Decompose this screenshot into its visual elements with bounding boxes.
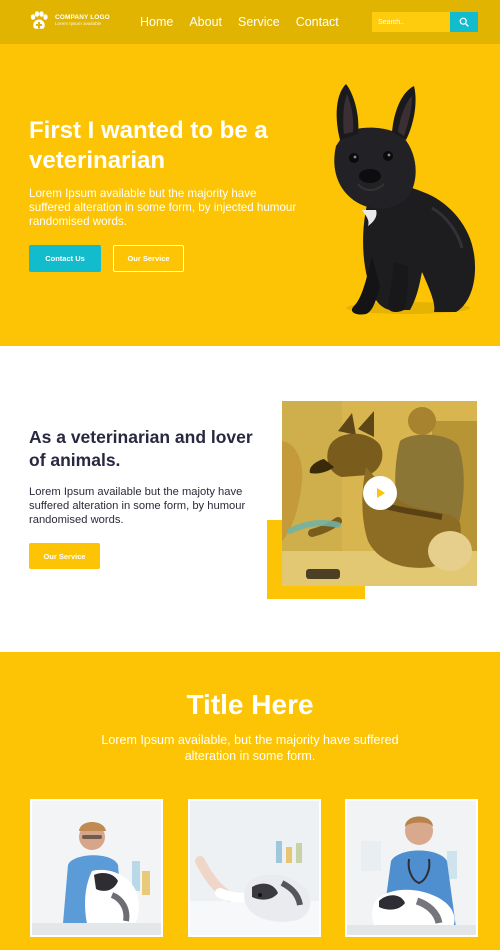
play-button[interactable]	[363, 476, 397, 510]
hero-text: Lorem Ipsum available but the majority h…	[29, 187, 297, 228]
french-bulldog-image	[334, 84, 476, 315]
about-section: As a veterinarian and lover of animals. …	[0, 346, 500, 652]
paw-icon	[28, 10, 50, 32]
video-thumbnail[interactable]	[282, 401, 477, 586]
nav-contact[interactable]: Contact	[296, 14, 339, 30]
dog-paw-care-image	[190, 801, 319, 935]
search-bar	[372, 12, 478, 32]
service-card[interactable]	[188, 799, 321, 937]
vet-stethoscope-dog-image	[347, 801, 476, 935]
service-card[interactable]	[30, 799, 163, 937]
services-subtitle: Lorem Ipsum available, but the majority …	[101, 733, 399, 763]
nav-home[interactable]: Home	[140, 14, 173, 30]
services-title: Title Here	[186, 689, 314, 720]
hero-section: First I wanted to be a veterinarian Lore…	[0, 44, 500, 346]
nav-about[interactable]: About	[189, 14, 222, 30]
services-section: Title Here Lorem Ipsum available, but th…	[0, 652, 500, 950]
hero-title: First I wanted to be a veterinarian	[29, 117, 268, 174]
about-title: As a veterinarian and lover of animals.	[29, 427, 253, 470]
vet-examining-dog-image	[32, 801, 161, 935]
our-service-button[interactable]: Our Service	[113, 245, 184, 272]
service-card[interactable]	[345, 799, 478, 937]
nav-service[interactable]: Service	[238, 14, 280, 30]
search-input[interactable]	[372, 12, 450, 32]
company-logo[interactable]: COMPANY LOGO Lorem Ipsum available	[28, 10, 110, 32]
site-header: COMPANY LOGO Lorem Ipsum available Home …	[0, 0, 500, 44]
about-service-button[interactable]: Our Service	[29, 543, 100, 569]
main-nav: Home About Service Contact	[140, 14, 339, 30]
contact-us-button[interactable]: Contact Us	[29, 245, 101, 272]
search-button[interactable]	[450, 12, 478, 32]
search-icon	[459, 17, 469, 27]
logo-tagline: Lorem Ipsum available	[55, 21, 102, 26]
about-text: Lorem Ipsum available but the majoty hav…	[29, 486, 246, 526]
play-icon	[377, 488, 385, 498]
